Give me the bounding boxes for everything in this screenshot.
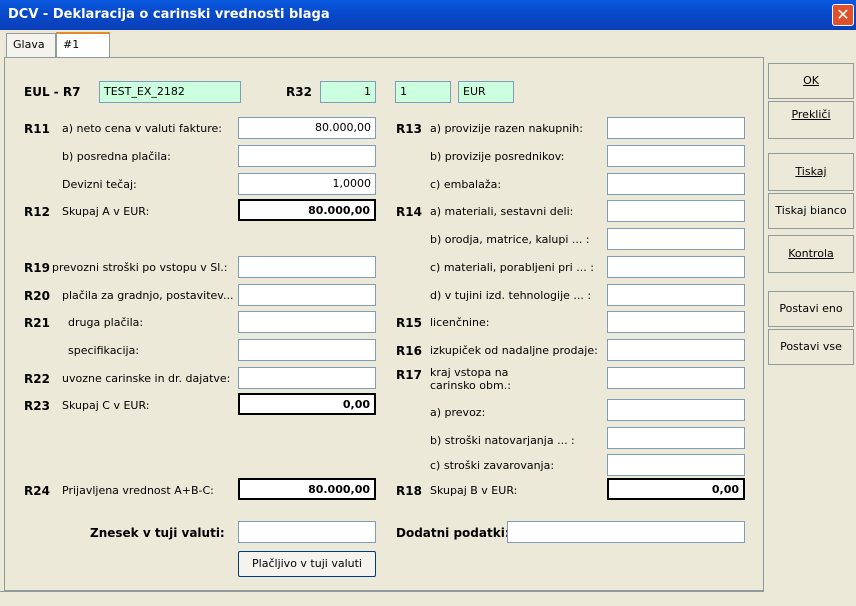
r14a-label: a) materiali, sestavni deli: bbox=[430, 205, 574, 218]
r12-code: R12 bbox=[24, 205, 50, 219]
status-bar bbox=[0, 591, 764, 606]
r20-field[interactable] bbox=[238, 284, 376, 306]
r14d-field[interactable] bbox=[607, 284, 745, 306]
r19-field[interactable] bbox=[238, 256, 376, 278]
r12-field[interactable]: 80.000,00 bbox=[238, 199, 376, 221]
r17-label-line2: carinsko obm.: bbox=[430, 379, 511, 392]
r15-label: licenčnine: bbox=[430, 316, 490, 329]
ok-button[interactable]: OK bbox=[768, 63, 854, 99]
r13c-label: c) embalaža: bbox=[430, 178, 502, 191]
r20-label: plačila za gradnjo, postavitev... bbox=[62, 289, 234, 302]
r17-code: R17 bbox=[396, 368, 422, 382]
r11b-label: b) posredna plačila: bbox=[62, 150, 171, 163]
r20-code: R20 bbox=[24, 289, 50, 303]
r19-code: R19 bbox=[24, 261, 50, 275]
set-all-button[interactable]: Postavi vse bbox=[768, 329, 854, 365]
r13b-label: b) provizije posrednikov: bbox=[430, 150, 565, 163]
eul-field[interactable]: TEST_EX_2182 bbox=[99, 81, 241, 103]
r13c-field[interactable] bbox=[607, 173, 745, 195]
eul-label: EUL - R7 bbox=[24, 85, 81, 99]
window-title: DCV - Deklaracija o carinski vrednosti b… bbox=[8, 7, 330, 22]
r14c-label: c) materiali, porabljeni pri ... : bbox=[430, 261, 594, 274]
r13b-field[interactable] bbox=[607, 145, 745, 167]
r21-label: druga plačila: bbox=[68, 316, 144, 329]
title-bar: DCV - Deklaracija o carinski vrednosti b… bbox=[0, 0, 856, 30]
r17-label-line1: kraj vstopa na bbox=[430, 366, 509, 379]
foreign-amount-label: Znesek v tuji valuti: bbox=[90, 526, 225, 540]
r14a-field[interactable] bbox=[607, 200, 745, 222]
r16-field[interactable] bbox=[607, 339, 745, 361]
cancel-button[interactable]: Prekliči bbox=[768, 101, 854, 139]
cancel-button-label: Prekliči bbox=[791, 108, 831, 121]
r13a-label: a) provizije razen nakupnih: bbox=[430, 122, 583, 135]
foreign-amount-field[interactable] bbox=[238, 521, 376, 543]
print-button[interactable]: Tiskaj bbox=[768, 153, 854, 191]
r19-label: prevozni stroški po vstopu v Sl.: bbox=[52, 261, 228, 274]
r14b-label: b) orodja, matrice, kalupi ... : bbox=[430, 233, 590, 246]
r17-field[interactable] bbox=[607, 367, 745, 389]
tab-strip: Glava #1 bbox=[0, 30, 764, 58]
r21-code: R21 bbox=[24, 316, 50, 330]
r13a-field[interactable] bbox=[607, 117, 745, 139]
extra-data-label: Dodatni podatki: bbox=[396, 526, 510, 540]
r32-label: R32 bbox=[286, 85, 312, 99]
r17b-label: b) stroški natovarjanja ... : bbox=[430, 434, 575, 447]
r17c-label: c) stroški zavarovanja: bbox=[430, 459, 555, 472]
r23-field[interactable]: 0,00 bbox=[238, 393, 376, 415]
r24-label: Prijavljena vrednost A+B-C: bbox=[62, 484, 214, 497]
r15-field[interactable] bbox=[607, 311, 745, 333]
r11-code: R11 bbox=[24, 122, 50, 136]
tab-glava[interactable]: Glava bbox=[6, 33, 56, 57]
r13-code: R13 bbox=[396, 122, 422, 136]
ok-button-label: OK bbox=[803, 74, 819, 87]
r32-second-field[interactable]: 1 bbox=[395, 81, 451, 103]
spec-field[interactable] bbox=[238, 339, 376, 361]
rate-label: Devizni tečaj: bbox=[62, 178, 137, 191]
r14d-label: d) v tujini izd. tehnologije ... : bbox=[430, 289, 592, 302]
spec-label: specifikacija: bbox=[68, 344, 140, 357]
r21-field[interactable] bbox=[238, 311, 376, 333]
close-icon[interactable]: ✕ bbox=[832, 4, 854, 26]
r32-field[interactable]: 1 bbox=[320, 81, 376, 103]
r11a-field[interactable]: 80.000,00 bbox=[238, 117, 376, 139]
r14c-field[interactable] bbox=[607, 256, 745, 278]
r24-code: R24 bbox=[24, 484, 50, 498]
r14-code: R14 bbox=[396, 205, 422, 219]
r11b-field[interactable] bbox=[238, 145, 376, 167]
tab-item-1[interactable]: #1 bbox=[56, 32, 110, 58]
r22-field[interactable] bbox=[238, 367, 376, 389]
check-button-label: Kontrola bbox=[788, 247, 834, 260]
r18-code: R18 bbox=[396, 484, 422, 498]
r11a-label: a) neto cena v valuti fakture: bbox=[62, 122, 223, 135]
extra-data-field[interactable] bbox=[507, 521, 745, 543]
check-button[interactable]: Kontrola bbox=[768, 235, 854, 273]
currency-field[interactable]: EUR bbox=[458, 81, 514, 103]
r22-label: uvozne carinske in dr. dajatve: bbox=[62, 372, 231, 385]
r16-label: izkupiček od nadaljne prodaje: bbox=[430, 344, 598, 357]
print-blank-button[interactable]: Tiskaj bianco bbox=[768, 193, 854, 229]
pay-foreign-button[interactable]: Plačljivo v tuji valuti bbox=[238, 551, 376, 577]
rate-field[interactable]: 1,0000 bbox=[238, 173, 376, 195]
r23-label: Skupaj C v EUR: bbox=[62, 399, 150, 412]
r23-code: R23 bbox=[24, 399, 50, 413]
r12-label: Skupaj A v EUR: bbox=[62, 205, 150, 218]
r17a-field[interactable] bbox=[607, 399, 745, 421]
r17b-field[interactable] bbox=[607, 427, 745, 449]
set-one-button[interactable]: Postavi eno bbox=[768, 291, 854, 327]
r16-code: R16 bbox=[396, 344, 422, 358]
r17a-label: a) prevoz: bbox=[430, 406, 486, 419]
r14b-field[interactable] bbox=[607, 228, 745, 250]
r17c-field[interactable] bbox=[607, 454, 745, 476]
r15-code: R15 bbox=[396, 316, 422, 330]
action-sidebar: OK Prekliči Tiskaj Tiskaj bianco Kontrol… bbox=[764, 57, 856, 605]
r18-field[interactable]: 0,00 bbox=[607, 478, 745, 500]
r18-label: Skupaj B v EUR: bbox=[430, 484, 518, 497]
r24-field[interactable]: 80.000,00 bbox=[238, 478, 376, 500]
print-button-label: Tiskaj bbox=[795, 165, 827, 178]
r22-code: R22 bbox=[24, 372, 50, 386]
